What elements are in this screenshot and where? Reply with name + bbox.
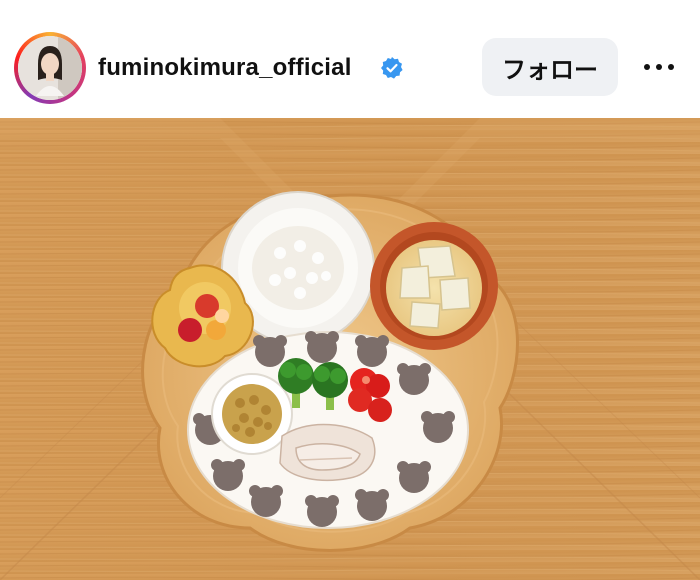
more-options-icon[interactable] <box>640 50 680 84</box>
username[interactable]: fuminokimura_official <box>98 54 352 82</box>
avatar[interactable] <box>18 36 82 100</box>
verified-badge-icon <box>381 57 403 79</box>
post-header: fuminokimura_official フォロー <box>0 0 700 118</box>
story-ring[interactable] <box>14 32 86 104</box>
meal-photo <box>0 118 700 580</box>
post-photo[interactable] <box>0 118 700 580</box>
follow-button[interactable]: フォロー <box>482 38 618 96</box>
